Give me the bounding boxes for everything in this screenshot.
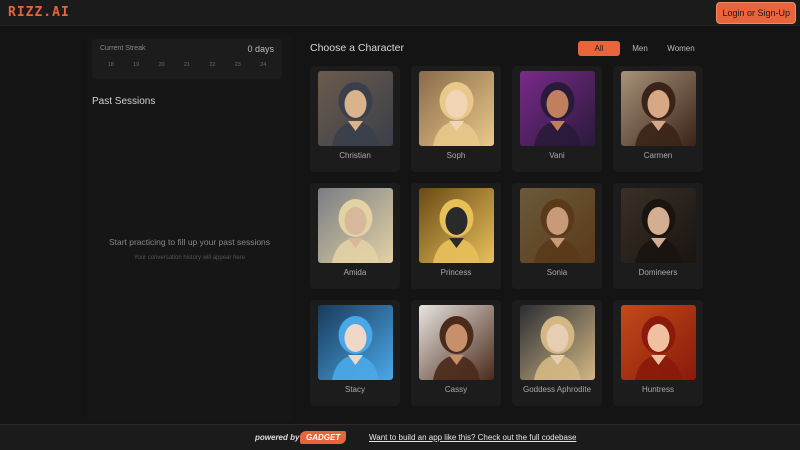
- character-card[interactable]: Princess: [411, 183, 501, 289]
- filter-all[interactable]: All: [578, 41, 620, 56]
- character-card[interactable]: Sonia: [512, 183, 602, 289]
- login-signup-button[interactable]: Login or Sign-Up: [716, 2, 796, 24]
- character-portrait[interactable]: [419, 188, 494, 263]
- character-name: Stacy: [344, 385, 365, 394]
- empty-state-title: Start practicing to fill up your past se…: [108, 237, 271, 247]
- character-name: Cassy: [444, 385, 468, 394]
- character-portrait[interactable]: [419, 305, 494, 380]
- character-name: Goddess Aphrodite: [522, 385, 592, 394]
- character-card[interactable]: Vani: [512, 66, 602, 172]
- character-name: Christian: [339, 151, 371, 160]
- gadget-logo[interactable]: GADGET: [300, 431, 347, 444]
- streak-day: 18: [107, 62, 114, 68]
- character-portrait[interactable]: [520, 305, 595, 380]
- character-name: Carmen: [643, 151, 673, 160]
- streak-day: 20: [158, 62, 165, 68]
- character-card[interactable]: Cassy: [411, 300, 501, 406]
- streak-widget: Current Streak 0 days 18 19 20 21 22 23 …: [92, 39, 282, 79]
- character-name: Amida: [343, 268, 367, 277]
- streak-label: Current Streak: [100, 45, 146, 52]
- character-card[interactable]: Goddess Aphrodite: [512, 300, 602, 406]
- sessions-panel: Current Streak 0 days 18 19 20 21 22 23 …: [87, 35, 292, 421]
- character-portrait[interactable]: [419, 71, 494, 146]
- streak-value: 0 days: [247, 44, 274, 54]
- character-name: Vani: [549, 151, 565, 160]
- character-card[interactable]: Christian: [310, 66, 400, 172]
- footer-bar: powered by GADGET Want to build an app l…: [0, 424, 800, 450]
- character-portrait[interactable]: [621, 305, 696, 380]
- streak-day: 21: [183, 62, 191, 68]
- character-portrait[interactable]: [520, 188, 595, 263]
- empty-state-subtitle: Your conversation history will appear he…: [133, 255, 246, 261]
- codebase-link[interactable]: Want to build an app like this? Check ou…: [369, 433, 576, 442]
- streak-day-row: 18 19 20 21 22 23 24: [92, 62, 282, 68]
- app-logo[interactable]: RIZZ.AI: [8, 5, 70, 20]
- streak-day: 24: [260, 62, 267, 68]
- character-portrait[interactable]: [318, 71, 393, 146]
- character-card[interactable]: Carmen: [613, 66, 703, 172]
- streak-day: 19: [133, 62, 140, 68]
- character-name: Princess: [440, 268, 472, 277]
- character-card[interactable]: Stacy: [310, 300, 400, 406]
- powered-by-label: powered by: [255, 433, 300, 442]
- filter-men[interactable]: Men: [620, 41, 660, 56]
- character-name: Domineers: [638, 268, 678, 277]
- character-portrait[interactable]: [520, 71, 595, 146]
- character-card[interactable]: Soph: [411, 66, 501, 172]
- character-card[interactable]: Domineers: [613, 183, 703, 289]
- character-card[interactable]: Huntress: [613, 300, 703, 406]
- choose-character-title: Choose a Character: [310, 42, 404, 54]
- filter-women[interactable]: Women: [660, 41, 702, 56]
- streak-day: 22: [209, 62, 216, 68]
- character-name: Huntress: [641, 385, 674, 394]
- past-sessions-title: Past Sessions: [92, 96, 156, 107]
- character-name: Soph: [446, 151, 466, 160]
- character-card[interactable]: Amida: [310, 183, 400, 289]
- character-filter: All Men Women: [578, 41, 702, 56]
- streak-day: 23: [234, 62, 241, 68]
- character-portrait[interactable]: [621, 188, 696, 263]
- character-portrait[interactable]: [318, 305, 393, 380]
- top-bar: RIZZ.AI Login or Sign-Up: [0, 0, 800, 26]
- character-portrait[interactable]: [621, 71, 696, 146]
- character-portrait[interactable]: [318, 188, 393, 263]
- character-name: Sonia: [546, 268, 568, 277]
